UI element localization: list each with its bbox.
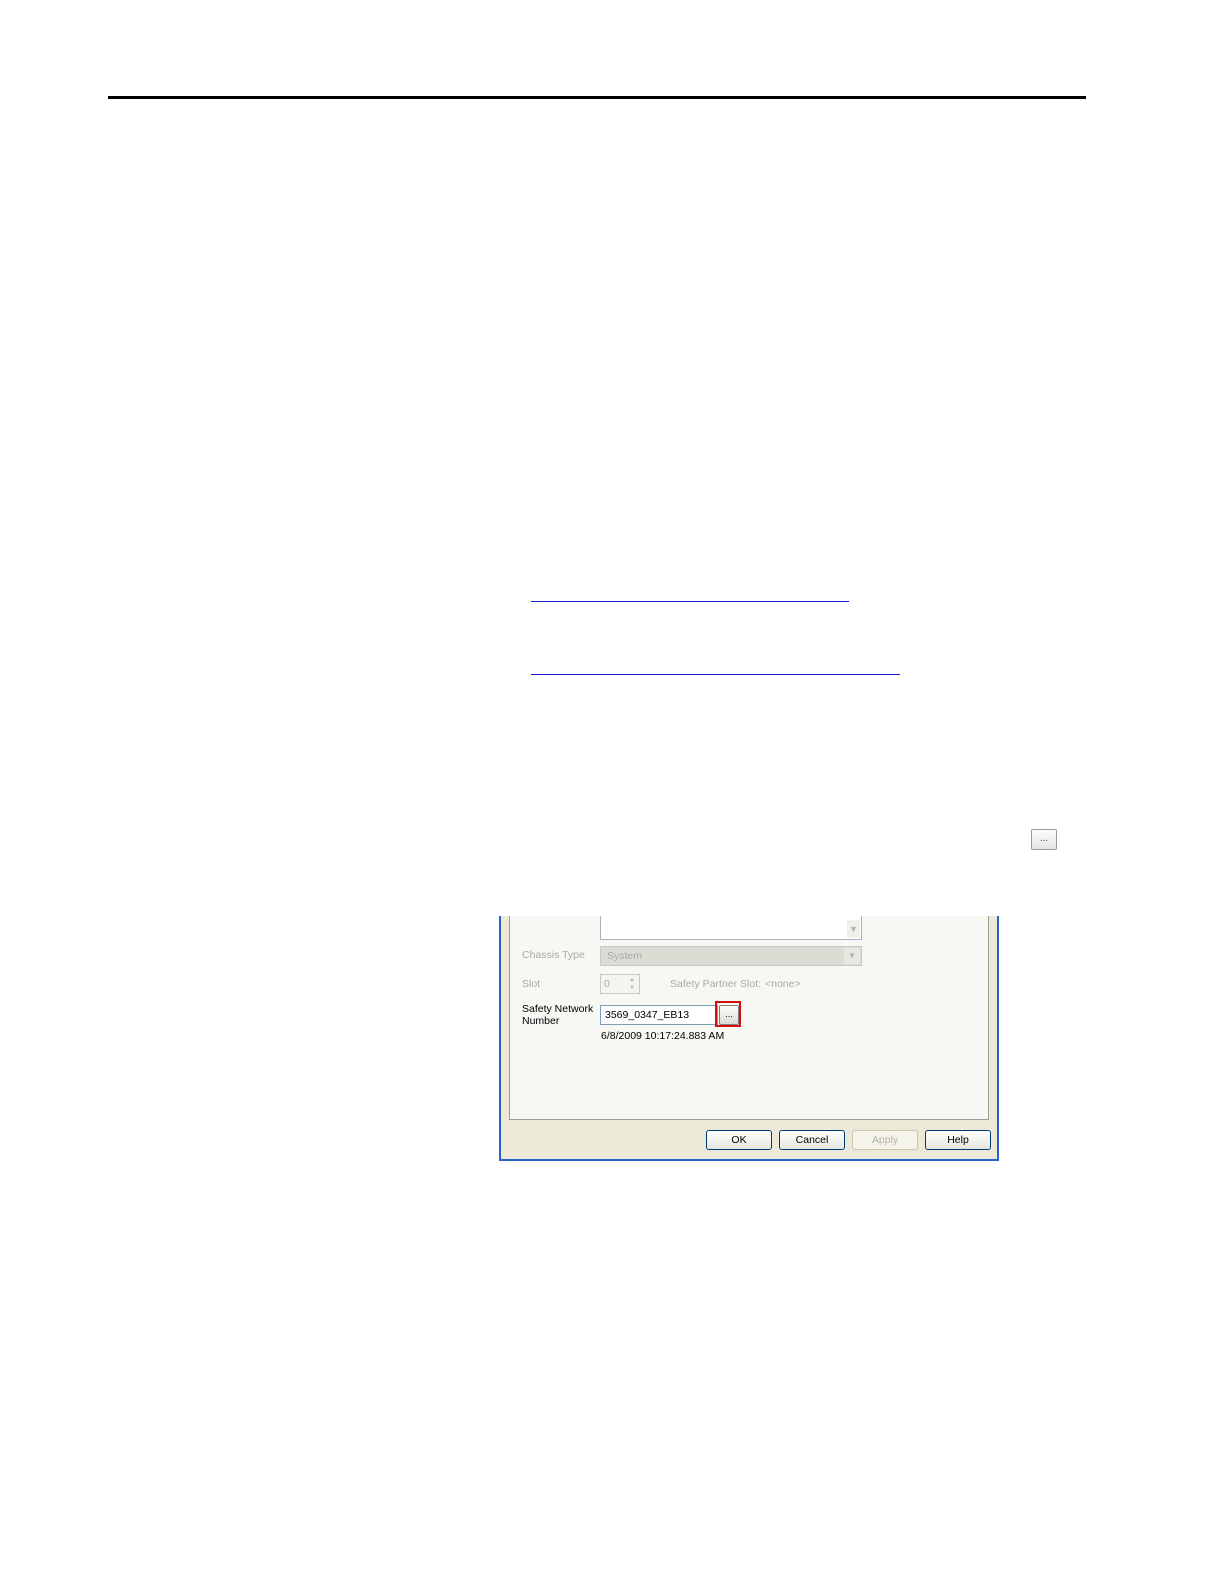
help-button[interactable]: Help — [925, 1130, 991, 1150]
slot-stepper[interactable]: 0 ▲ ▼ — [600, 974, 640, 994]
safety-network-number-timestamp: 6/8/2009 10:17:24.883 AM — [601, 1030, 725, 1042]
ok-button[interactable]: OK — [706, 1130, 772, 1150]
controller-properties-dialog-screenshot: ▼ Chassis Type System ▼ Slot 0 ▲ ▼ Safety… — [499, 916, 999, 1161]
general-tab-panel: ▼ Chassis Type System ▼ Slot 0 ▲ ▼ Safety… — [509, 916, 989, 1120]
safety-network-number-value: 3569_0347_EB13 — [605, 1009, 690, 1021]
description-textarea[interactable]: ▼ — [600, 916, 862, 940]
safety-network-number-field[interactable]: 3569_0347_EB13 — [600, 1005, 718, 1025]
inline-browse-button-icon: ... — [1031, 829, 1057, 850]
header-rule — [108, 96, 1086, 99]
cross-reference-link-1[interactable] — [531, 601, 849, 602]
safety-partner-slot-label: Safety Partner Slot: — [670, 978, 762, 990]
spin-arrows-icon[interactable]: ▲ ▼ — [626, 976, 638, 992]
chevron-down-icon[interactable]: ▼ — [844, 948, 860, 964]
callout-highlight-box — [715, 1001, 741, 1027]
safety-partner-slot-value: <none> — [765, 978, 801, 990]
chassis-type-label: Chassis Type — [522, 949, 585, 961]
slot-label: Slot — [522, 978, 541, 990]
cancel-button[interactable]: Cancel — [779, 1130, 845, 1150]
scroll-down-arrow-icon[interactable]: ▼ — [847, 920, 860, 938]
chassis-type-select[interactable]: System ▼ — [600, 946, 862, 966]
slot-value: 0 — [604, 978, 610, 990]
safety-network-number-label-line1: Safety Network — [522, 1003, 594, 1015]
apply-button[interactable]: Apply — [852, 1130, 918, 1150]
cross-reference-link-2[interactable] — [531, 674, 900, 675]
chassis-type-value: System — [607, 950, 643, 962]
safety-network-number-label-line2: Number — [522, 1015, 560, 1027]
